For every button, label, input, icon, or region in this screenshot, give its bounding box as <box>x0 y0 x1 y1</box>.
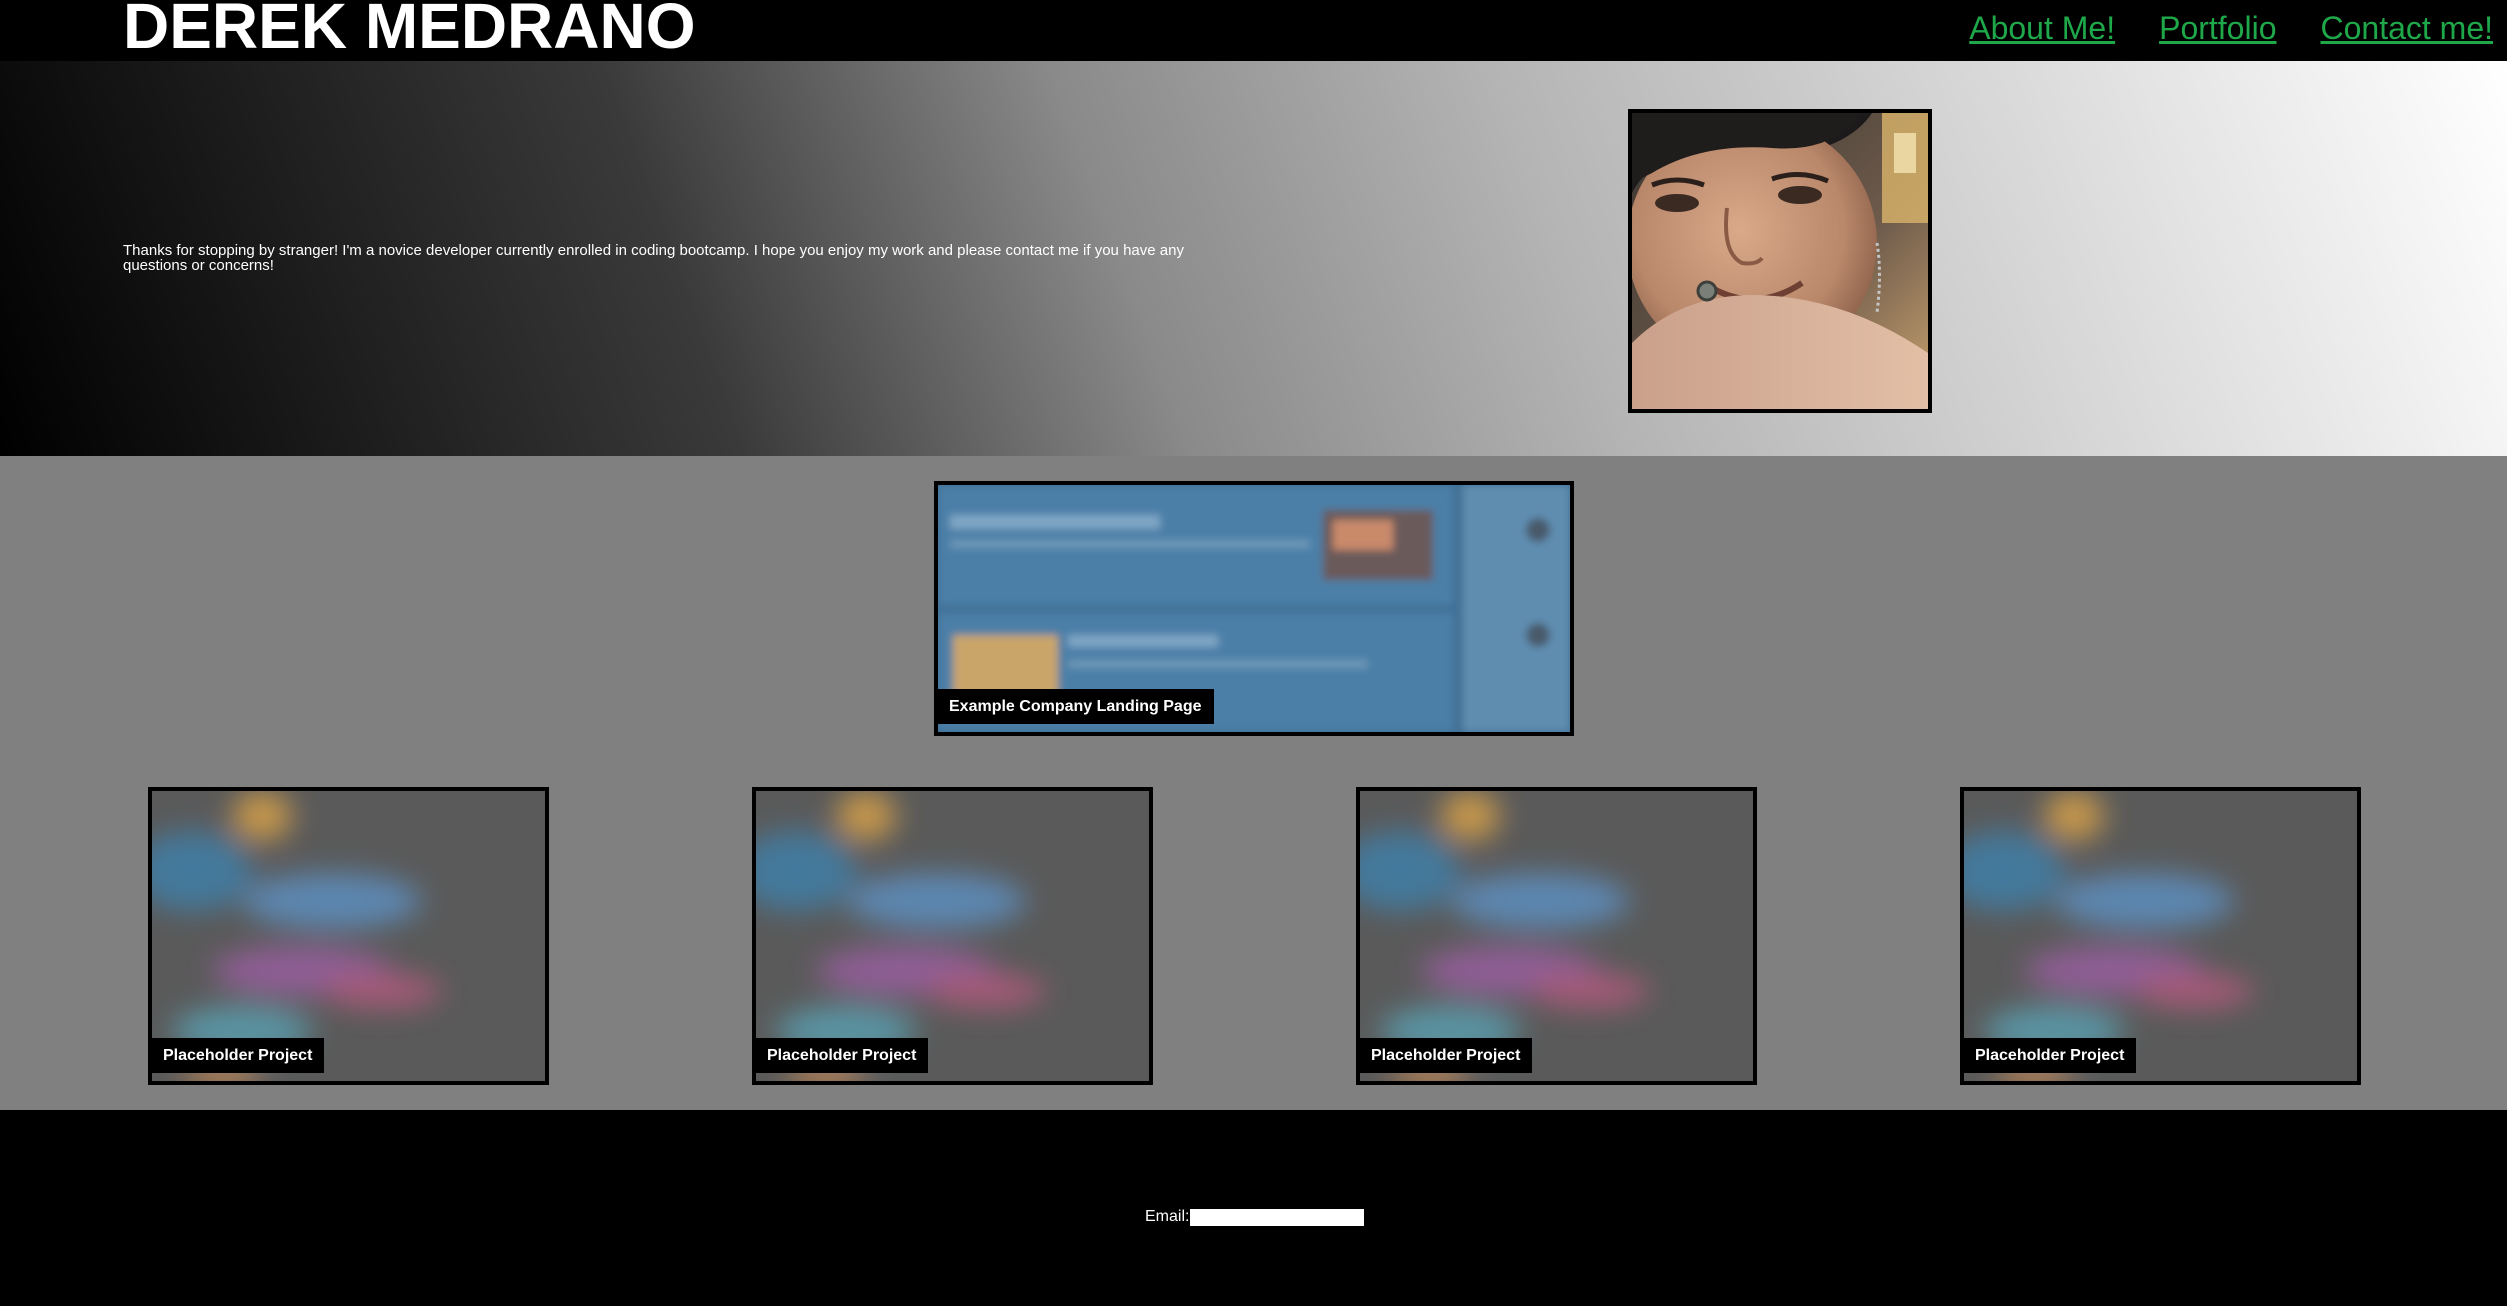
email-form: Email: <box>1145 1208 1365 1226</box>
featured-project-label: Example Company Landing Page <box>938 689 1214 724</box>
nav-link-portfolio[interactable]: Portfolio <box>2159 10 2276 46</box>
main-nav: About Me! Portfolio Contact me! <box>1969 10 2493 46</box>
placeholder-project-card-3[interactable]: Placeholder Project <box>1356 787 1757 1085</box>
placeholder-project-label: Placeholder Project <box>152 1038 325 1073</box>
placeholder-project-label: Placeholder Project <box>756 1038 929 1073</box>
intro-text: Thanks for stopping by stranger! I'm a n… <box>123 242 1184 274</box>
portfolio-section: Example Company Landing Page Placeholder… <box>0 456 2507 1110</box>
site-header: DEREK MEDRANO About Me! Portfolio Contac… <box>0 0 2507 61</box>
about-section: Thanks for stopping by stranger! I'm a n… <box>0 61 2507 456</box>
site-title: DEREK MEDRANO <box>123 0 696 62</box>
placeholder-project-card-2[interactable]: Placeholder Project <box>752 787 1153 1085</box>
placeholder-project-label: Placeholder Project <box>1360 1038 1533 1073</box>
profile-photo-image <box>1632 113 1928 409</box>
site-footer: Email: <box>0 1110 2507 1306</box>
profile-photo <box>1628 109 1932 413</box>
email-input[interactable] <box>1190 1208 1365 1226</box>
placeholder-project-card-4[interactable]: Placeholder Project <box>1960 787 2361 1085</box>
email-label: Email: <box>1145 1208 1190 1225</box>
nav-link-contact[interactable]: Contact me! <box>2320 10 2493 46</box>
placeholder-project-card-1[interactable]: Placeholder Project <box>148 787 549 1085</box>
nav-link-about[interactable]: About Me! <box>1969 10 2115 46</box>
featured-project-card[interactable]: Example Company Landing Page <box>934 481 1574 736</box>
placeholder-project-label: Placeholder Project <box>1964 1038 2137 1073</box>
